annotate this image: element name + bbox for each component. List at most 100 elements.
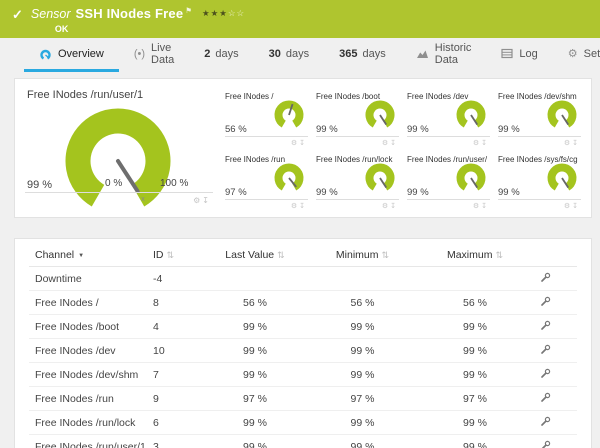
col-header-last-value[interactable]: Last Value⇅ <box>205 243 305 267</box>
gauge-scale-min: 0 % <box>105 178 122 189</box>
col-header-channel[interactable]: Channel▼ <box>29 243 147 267</box>
pin-icon[interactable]: ↧ <box>390 203 398 210</box>
channel-settings-wrench-icon[interactable] <box>540 440 551 448</box>
stars-filled: ★★★ <box>202 8 228 18</box>
small-gauge <box>362 98 398 132</box>
cell-channel: Downtime <box>29 267 147 291</box>
tab-label: Overview <box>58 48 104 60</box>
cell-last-value: 99 % <box>205 315 305 339</box>
cell-channel: Free INodes /run <box>29 387 147 411</box>
small-gauge-card[interactable]: Free INodes /sys/fs/cg 99 % ⚙↧ <box>498 152 581 213</box>
gear-icon[interactable]: ⚙ <box>473 203 481 210</box>
channel-settings-wrench-icon[interactable] <box>540 344 551 358</box>
channel-row[interactable]: Free INodes /dev/shm 7 99 % 99 % 99 % <box>29 363 577 387</box>
gear-icon[interactable]: ⚙ <box>382 140 390 147</box>
tab-365-days[interactable]: 365 days <box>324 38 401 72</box>
channel-row[interactable]: Downtime -4 <box>29 267 577 291</box>
cell-maximum: 99 % <box>420 315 530 339</box>
primary-gauge-value: 99 % <box>27 179 52 191</box>
gear-icon[interactable]: ⚙ <box>382 203 390 210</box>
cell-last-value: 99 % <box>205 411 305 435</box>
small-gauge-value: 99 % <box>498 124 520 135</box>
tab-historic-data[interactable]: Historic Data <box>401 38 487 72</box>
pin-icon[interactable]: ↧ <box>202 196 211 205</box>
small-gauge-card[interactable]: Free INodes / 56 % ⚙↧ <box>225 89 308 150</box>
col-label: ID <box>153 249 164 261</box>
sensor-title: SSH INodes Free <box>76 6 184 21</box>
channel-row[interactable]: Free INodes / 8 56 % 56 % 56 % <box>29 291 577 315</box>
small-gauge-card[interactable]: Free INodes /run/user/ 99 % ⚙↧ <box>407 152 490 213</box>
sort-icon: ⇅ <box>495 250 503 260</box>
divider <box>407 199 490 200</box>
gauge-icon <box>39 48 52 60</box>
priority-flag-icon[interactable]: ⚑ <box>185 3 192 18</box>
pin-icon[interactable]: ↧ <box>299 203 307 210</box>
tab-overview[interactable]: Overview <box>24 38 119 72</box>
pin-icon[interactable]: ↧ <box>481 203 489 210</box>
tab-2-days[interactable]: 2 days <box>189 38 253 72</box>
channel-table-body: Downtime -4 Free INodes / 8 56 % 56 % 56… <box>29 267 577 448</box>
gear-icon[interactable]: ⚙ <box>291 203 299 210</box>
col-header-minimum[interactable]: Minimum⇅ <box>305 243 420 267</box>
cell-maximum: 56 % <box>420 291 530 315</box>
tab-settings[interactable]: ⚙ Settings <box>553 38 600 72</box>
tab-log[interactable]: Log <box>486 38 552 72</box>
cell-minimum: 99 % <box>305 363 420 387</box>
cell-last-value: 97 % <box>205 387 305 411</box>
gear-icon[interactable]: ⚙ <box>564 140 572 147</box>
col-header-id[interactable]: ID⇅ <box>147 243 205 267</box>
small-gauge <box>362 161 398 195</box>
tab-live-data[interactable]: (•) Live Data <box>119 38 189 72</box>
pin-icon[interactable]: ↧ <box>572 140 580 147</box>
small-gauge-card[interactable]: Free INodes /boot 99 % ⚙↧ <box>316 89 399 150</box>
col-header-actions <box>530 243 577 267</box>
tab-label: Historic Data <box>435 42 472 66</box>
primary-gauge-card[interactable]: Free INodes /run/user/1 x 99 % 0 % 100 %… <box>25 87 215 209</box>
tab-30-days[interactable]: 30 days <box>254 38 325 72</box>
channel-row[interactable]: Free INodes /run/lock 6 99 % 99 % 99 % <box>29 411 577 435</box>
gear-icon[interactable]: ⚙ <box>564 203 572 210</box>
table-header-row: Channel▼ ID⇅ Last Value⇅ Minimum⇅ Maximu… <box>29 243 577 267</box>
pin-icon[interactable]: ↧ <box>390 140 398 147</box>
pin-icon[interactable]: ↧ <box>572 203 580 210</box>
cell-minimum: 97 % <box>305 387 420 411</box>
cell-last-value: 99 % <box>205 339 305 363</box>
channel-row[interactable]: Free INodes /run 9 97 % 97 % 97 % <box>29 387 577 411</box>
channel-settings-wrench-icon[interactable] <box>540 272 551 286</box>
cell-id: -4 <box>147 267 205 291</box>
channel-row[interactable]: Free INodes /run/user/1 3 99 % 99 % 99 % <box>29 435 577 448</box>
small-gauge <box>453 161 489 195</box>
gear-icon[interactable]: ⚙ <box>193 196 202 205</box>
stars-empty: ☆☆ <box>228 8 245 18</box>
gear-icon[interactable]: ⚙ <box>473 140 481 147</box>
pin-icon[interactable]: ↧ <box>299 140 307 147</box>
channel-row[interactable]: Free INodes /boot 4 99 % 99 % 99 % <box>29 315 577 339</box>
channel-settings-wrench-icon[interactable] <box>540 320 551 334</box>
channel-settings-wrench-icon[interactable] <box>540 392 551 406</box>
small-gauge-card[interactable]: Free INodes /run 97 % ⚙↧ <box>225 152 308 213</box>
cell-channel: Free INodes /dev <box>29 339 147 363</box>
channel-settings-wrench-icon[interactable] <box>540 296 551 310</box>
gear-icon[interactable]: ⚙ <box>291 140 299 147</box>
cell-channel: Free INodes /run/user/1 <box>29 435 147 448</box>
channel-row[interactable]: Free INodes /dev 10 99 % 99 % 99 % <box>29 339 577 363</box>
small-gauge-card[interactable]: Free INodes /dev 99 % ⚙↧ <box>407 89 490 150</box>
cell-id: 4 <box>147 315 205 339</box>
small-gauge-value: 99 % <box>407 124 429 135</box>
channel-settings-wrench-icon[interactable] <box>540 368 551 382</box>
tab-label: Log <box>519 48 537 60</box>
divider <box>498 136 581 137</box>
table-icon <box>501 48 513 59</box>
tab-bar: Overview (•) Live Data 2 days 30 days 36… <box>0 38 600 72</box>
cell-maximum: 99 % <box>420 363 530 387</box>
small-gauge-card[interactable]: Free INodes /run/lock 99 % ⚙↧ <box>316 152 399 213</box>
col-header-maximum[interactable]: Maximum⇅ <box>420 243 530 267</box>
col-label: Last Value <box>225 249 274 261</box>
cell-maximum <box>420 267 530 291</box>
pin-icon[interactable]: ↧ <box>481 140 489 147</box>
small-gauge-card[interactable]: Free INodes /dev/shm 99 % ⚙↧ <box>498 89 581 150</box>
channel-settings-wrench-icon[interactable] <box>540 416 551 430</box>
cell-channel: Free INodes /dev/shm <box>29 363 147 387</box>
tab-label-number: 365 <box>339 48 357 60</box>
priority-stars[interactable]: ★★★☆☆ <box>202 6 245 21</box>
